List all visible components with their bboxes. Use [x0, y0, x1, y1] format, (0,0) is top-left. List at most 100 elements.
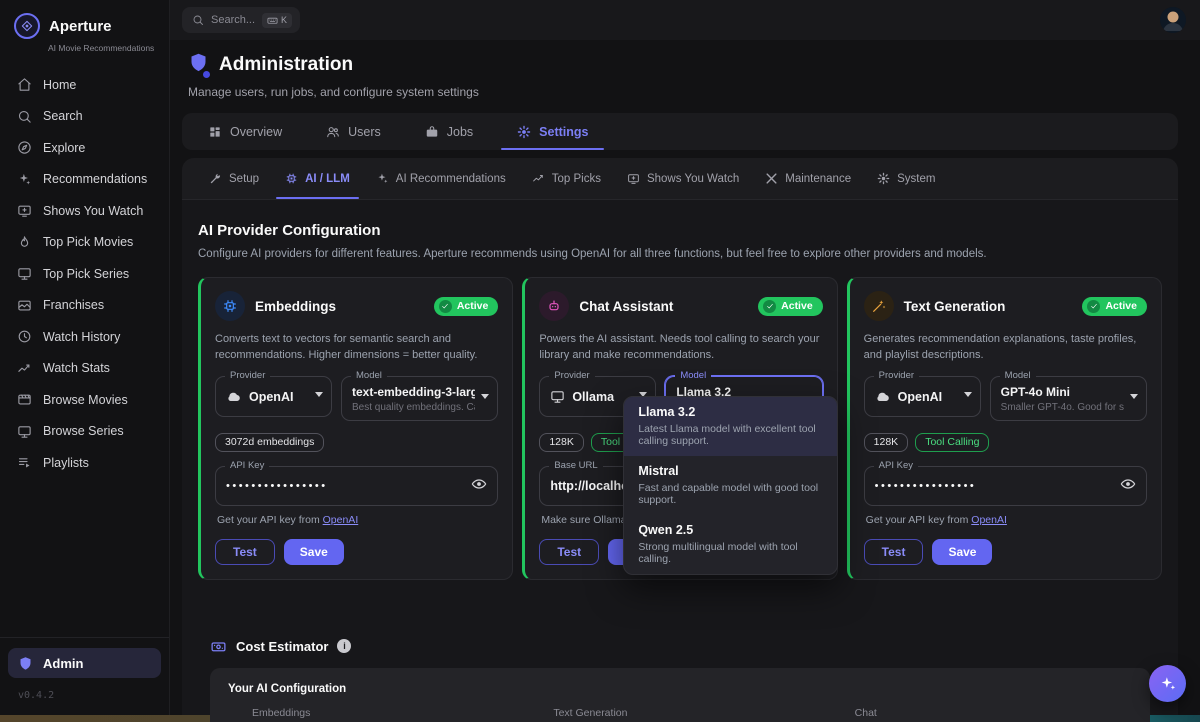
subtab-top-picks[interactable]: Top Picks	[519, 158, 614, 199]
api-key-value: ••••••••••••••••	[875, 480, 1114, 492]
main-area: Search... K Administration Manage users,…	[170, 0, 1200, 715]
tab-overview[interactable]: Overview	[186, 113, 304, 150]
provider-value: Ollama	[572, 390, 614, 404]
sidebar-item-search[interactable]: Search	[0, 101, 169, 133]
chevron-down-icon	[315, 392, 323, 397]
option-description: Latest Llama model with excellent tool c…	[638, 423, 822, 447]
status-badge: Active	[758, 297, 823, 316]
sidebar-item-watch-stats[interactable]: Watch Stats	[0, 353, 169, 385]
model-description: Best quality embeddings. Captures nuance	[352, 402, 475, 413]
subtab-shows-you-watch[interactable]: Shows You Watch	[614, 158, 752, 199]
provider-select[interactable]: Provider OpenAI	[215, 376, 332, 417]
sidebar-item-watch-history[interactable]: Watch History	[0, 321, 169, 353]
eye-icon[interactable]	[471, 476, 487, 497]
dropdown-option-llama-3-2[interactable]: Llama 3.2 Latest Llama model with excell…	[624, 397, 836, 456]
sidebar-item-franchises[interactable]: Franchises	[0, 290, 169, 322]
search-input[interactable]: Search... K	[182, 7, 300, 33]
api-key-field[interactable]: API Key ••••••••••••••••	[215, 466, 498, 506]
model-select[interactable]: Model GPT-4o Mini Smaller GPT-4o. Good f…	[990, 376, 1147, 421]
search-icon	[192, 14, 204, 26]
topbar: Search... K	[170, 0, 1200, 40]
cost-entry-embeddings: Embeddings OpenAI / text-embedding-3-lar…	[228, 707, 529, 722]
openai-link[interactable]: OpenAI	[323, 514, 359, 526]
search-placeholder: Search...	[211, 14, 255, 26]
ai-assistant-fab[interactable]	[1149, 665, 1186, 702]
subtab-ai-recommendations[interactable]: AI Recommendations	[363, 158, 519, 199]
briefcase-icon	[425, 125, 439, 139]
sidebar-item-admin[interactable]: Admin	[8, 648, 161, 678]
test-button[interactable]: Test	[864, 539, 924, 565]
sidebar-item-explore[interactable]: Explore	[0, 132, 169, 164]
subtab-label: Maintenance	[785, 173, 851, 185]
dropdown-option-qwen-2-5[interactable]: Qwen 2.5 Strong multilingual model with …	[624, 515, 836, 574]
clapperboard-icon	[17, 392, 32, 407]
check-icon	[763, 300, 776, 313]
chevron-down-icon	[1130, 394, 1138, 399]
option-description: Fast and capable model with good tool su…	[638, 482, 822, 506]
gear-icon	[517, 125, 531, 139]
model-label: Model	[675, 370, 711, 381]
save-button[interactable]: Save	[932, 539, 992, 565]
chevron-down-icon	[481, 394, 489, 399]
text-generation-card: Text Generation Active Generates recomme…	[847, 277, 1162, 580]
dimension-badge: 3072d embeddings	[215, 433, 324, 452]
sidebar-item-browse-movies[interactable]: Browse Movies	[0, 384, 169, 416]
tab-settings[interactable]: Settings	[495, 113, 610, 150]
subtab-maintenance[interactable]: Maintenance	[752, 158, 864, 199]
ai-llm-content: AI Provider Configuration Configure AI p…	[182, 200, 1178, 715]
status-badge: Active	[434, 297, 499, 316]
sparkles-icon	[376, 172, 389, 185]
api-key-field[interactable]: API Key ••••••••••••••••	[864, 466, 1147, 506]
check-icon	[439, 300, 452, 313]
trend-icon	[17, 361, 32, 376]
cloud-icon	[226, 389, 242, 405]
subtab-ai-llm[interactable]: AI / LLM	[272, 158, 363, 199]
sidebar-item-home[interactable]: Home	[0, 69, 169, 101]
model-value: GPT-4o Mini	[1001, 385, 1124, 399]
dropdown-option-mistral[interactable]: Mistral Fast and capable model with good…	[624, 456, 836, 515]
subtab-label: Setup	[229, 173, 259, 185]
history-icon	[17, 329, 32, 344]
sidebar-item-shows-you-watch[interactable]: Shows You Watch	[0, 195, 169, 227]
gear-icon	[877, 172, 890, 185]
app-version: v0.4.2	[8, 678, 161, 709]
eye-icon[interactable]	[1120, 476, 1136, 497]
banknote-icon	[210, 638, 227, 655]
openai-link[interactable]: OpenAI	[971, 514, 1007, 526]
settings-panel: Setup AI / LLM AI Recommendations Top Pi…	[182, 158, 1178, 715]
users-icon	[326, 125, 340, 139]
sidebar-item-recommendations[interactable]: Recommendations	[0, 164, 169, 196]
tab-jobs[interactable]: Jobs	[403, 113, 495, 150]
user-avatar[interactable]	[1160, 7, 1186, 33]
subtab-system[interactable]: System	[864, 158, 948, 199]
save-button[interactable]: Save	[284, 539, 344, 565]
embeddings-card: Embeddings Active Converts text to vecto…	[198, 277, 513, 580]
sparkles-icon	[1159, 675, 1177, 693]
sidebar-item-label: Home	[43, 78, 76, 92]
playlist-icon	[17, 455, 32, 470]
sidebar-item-top-pick-series[interactable]: Top Pick Series	[0, 258, 169, 290]
cost-entry-label: Text Generation	[553, 707, 830, 719]
subtab-setup[interactable]: Setup	[196, 158, 272, 199]
aperture-logo-icon	[14, 13, 40, 39]
info-icon[interactable]: i	[337, 639, 351, 653]
tab-label: Users	[348, 125, 381, 139]
card-title: Embeddings	[255, 299, 336, 314]
test-button[interactable]: Test	[215, 539, 275, 565]
brand-tagline: AI Movie Recommendations	[0, 41, 169, 61]
sidebar-item-label: Recommendations	[43, 172, 147, 186]
sidebar-item-browse-series[interactable]: Browse Series	[0, 416, 169, 448]
tab-users[interactable]: Users	[304, 113, 403, 150]
api-key-label: API Key	[225, 460, 269, 471]
provider-select[interactable]: Provider OpenAI	[864, 376, 981, 417]
test-button[interactable]: Test	[539, 539, 599, 565]
model-select[interactable]: Model text-embedding-3-large Best qualit…	[341, 376, 498, 421]
sidebar-item-playlists[interactable]: Playlists	[0, 447, 169, 479]
sidebar-item-label: Browse Series	[43, 424, 124, 438]
brand[interactable]: Aperture	[0, 0, 169, 41]
home-icon	[17, 77, 32, 92]
chat-assistant-card: Chat Assistant Active Powers the AI assi…	[522, 277, 837, 580]
sidebar-item-top-pick-movies[interactable]: Top Pick Movies	[0, 227, 169, 259]
model-description: Smaller GPT-4o. Good for simpler tasks.	[1001, 402, 1124, 413]
cloud-icon	[875, 389, 891, 405]
